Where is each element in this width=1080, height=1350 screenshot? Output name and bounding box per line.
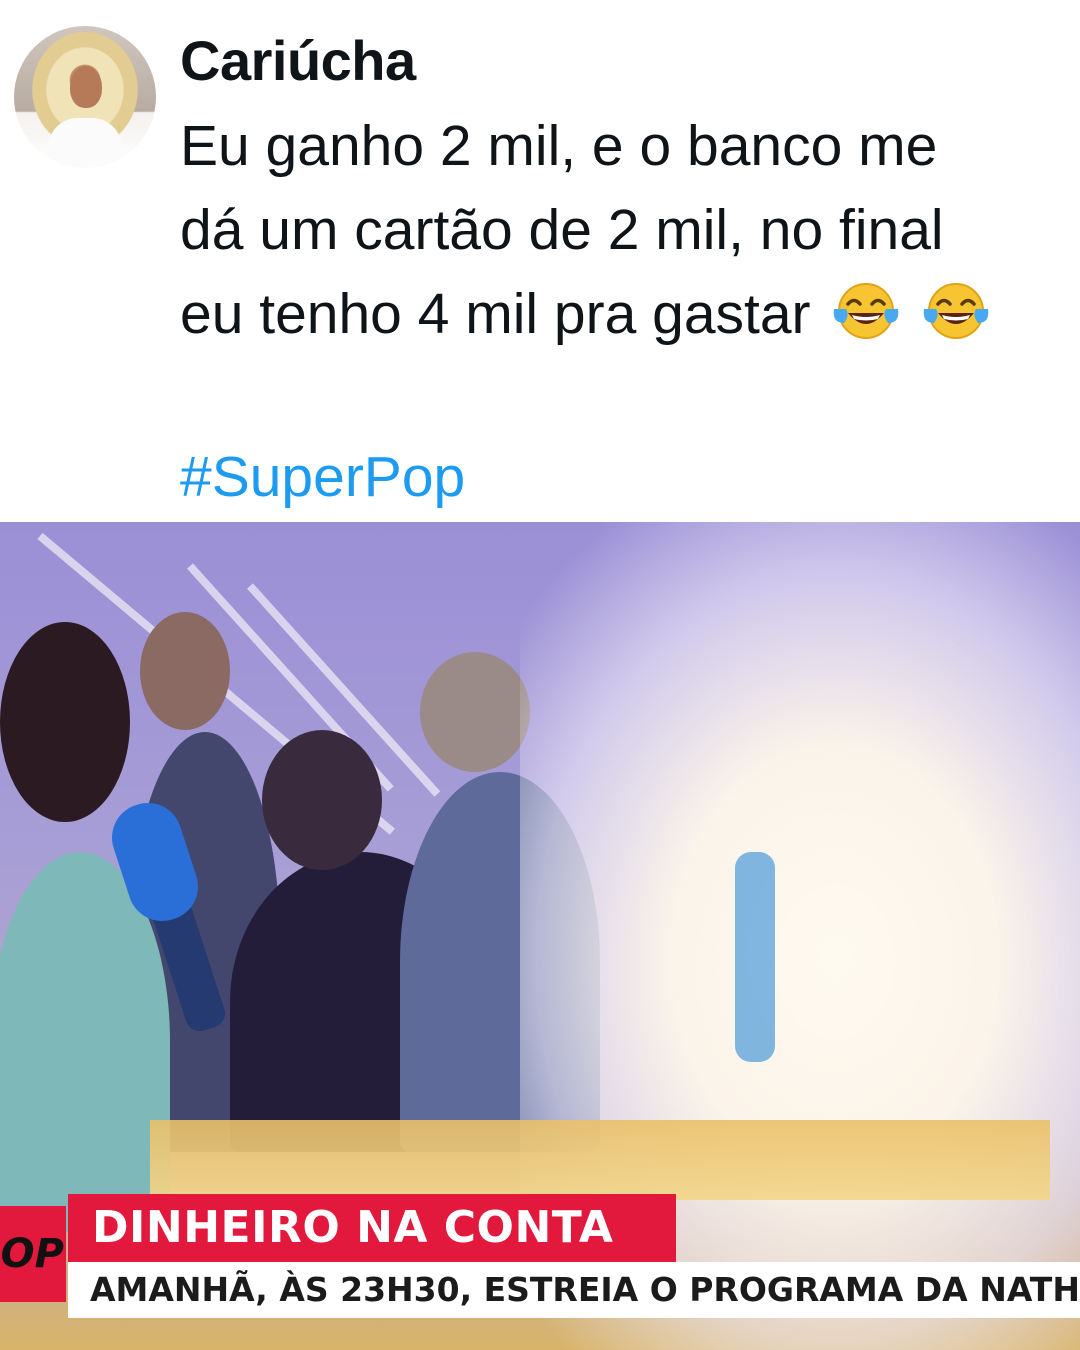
bystander-head <box>140 612 230 730</box>
avatar-face <box>70 66 102 108</box>
post-image: Cariúcha Eu ganho 2 mil, e o banco me dá… <box>0 0 1080 1350</box>
author-avatar[interactable] <box>14 26 156 168</box>
hashtag-link[interactable]: #SuperPop <box>180 444 465 510</box>
lower-third-ticker: AMANHÃ, ÀS 23H30, ESTREIA O PROGRAMA DA … <box>68 1262 1080 1318</box>
tweet-text-line: dá um cartão de 2 mil, no final <box>180 198 944 262</box>
tweet-text: Eu ganho 2 mil, e o banco me dá um cartã… <box>180 104 1060 356</box>
woman-in-black-head <box>262 730 382 870</box>
face-with-tears-of-joy-icon <box>834 283 899 339</box>
avatar-dress <box>48 118 122 168</box>
man-with-hat-head <box>420 652 530 772</box>
video-frame[interactable]: OP DINHEIRO NA CONTA AMANHÃ, ÀS 23H30, E… <box>0 522 1080 1350</box>
tweet-text-line-content: eu tenho 4 mil pra gastar <box>180 282 811 346</box>
face-with-tears-of-joy-icon <box>923 283 989 339</box>
channel-logo: OP <box>0 1206 66 1302</box>
tweet-text-line: eu tenho 4 mil pra gastar <box>180 272 1060 356</box>
tweet-text-line: Eu ganho 2 mil, e o banco me <box>180 114 938 178</box>
counter-top <box>150 1120 1050 1200</box>
author-name[interactable]: Cariúcha <box>180 28 416 93</box>
presenter-head <box>0 622 130 822</box>
microphone <box>735 852 775 1062</box>
tweet-card: Cariúcha Eu ganho 2 mil, e o banco me dá… <box>0 0 1080 522</box>
lower-third-headline: DINHEIRO NA CONTA <box>68 1194 676 1262</box>
